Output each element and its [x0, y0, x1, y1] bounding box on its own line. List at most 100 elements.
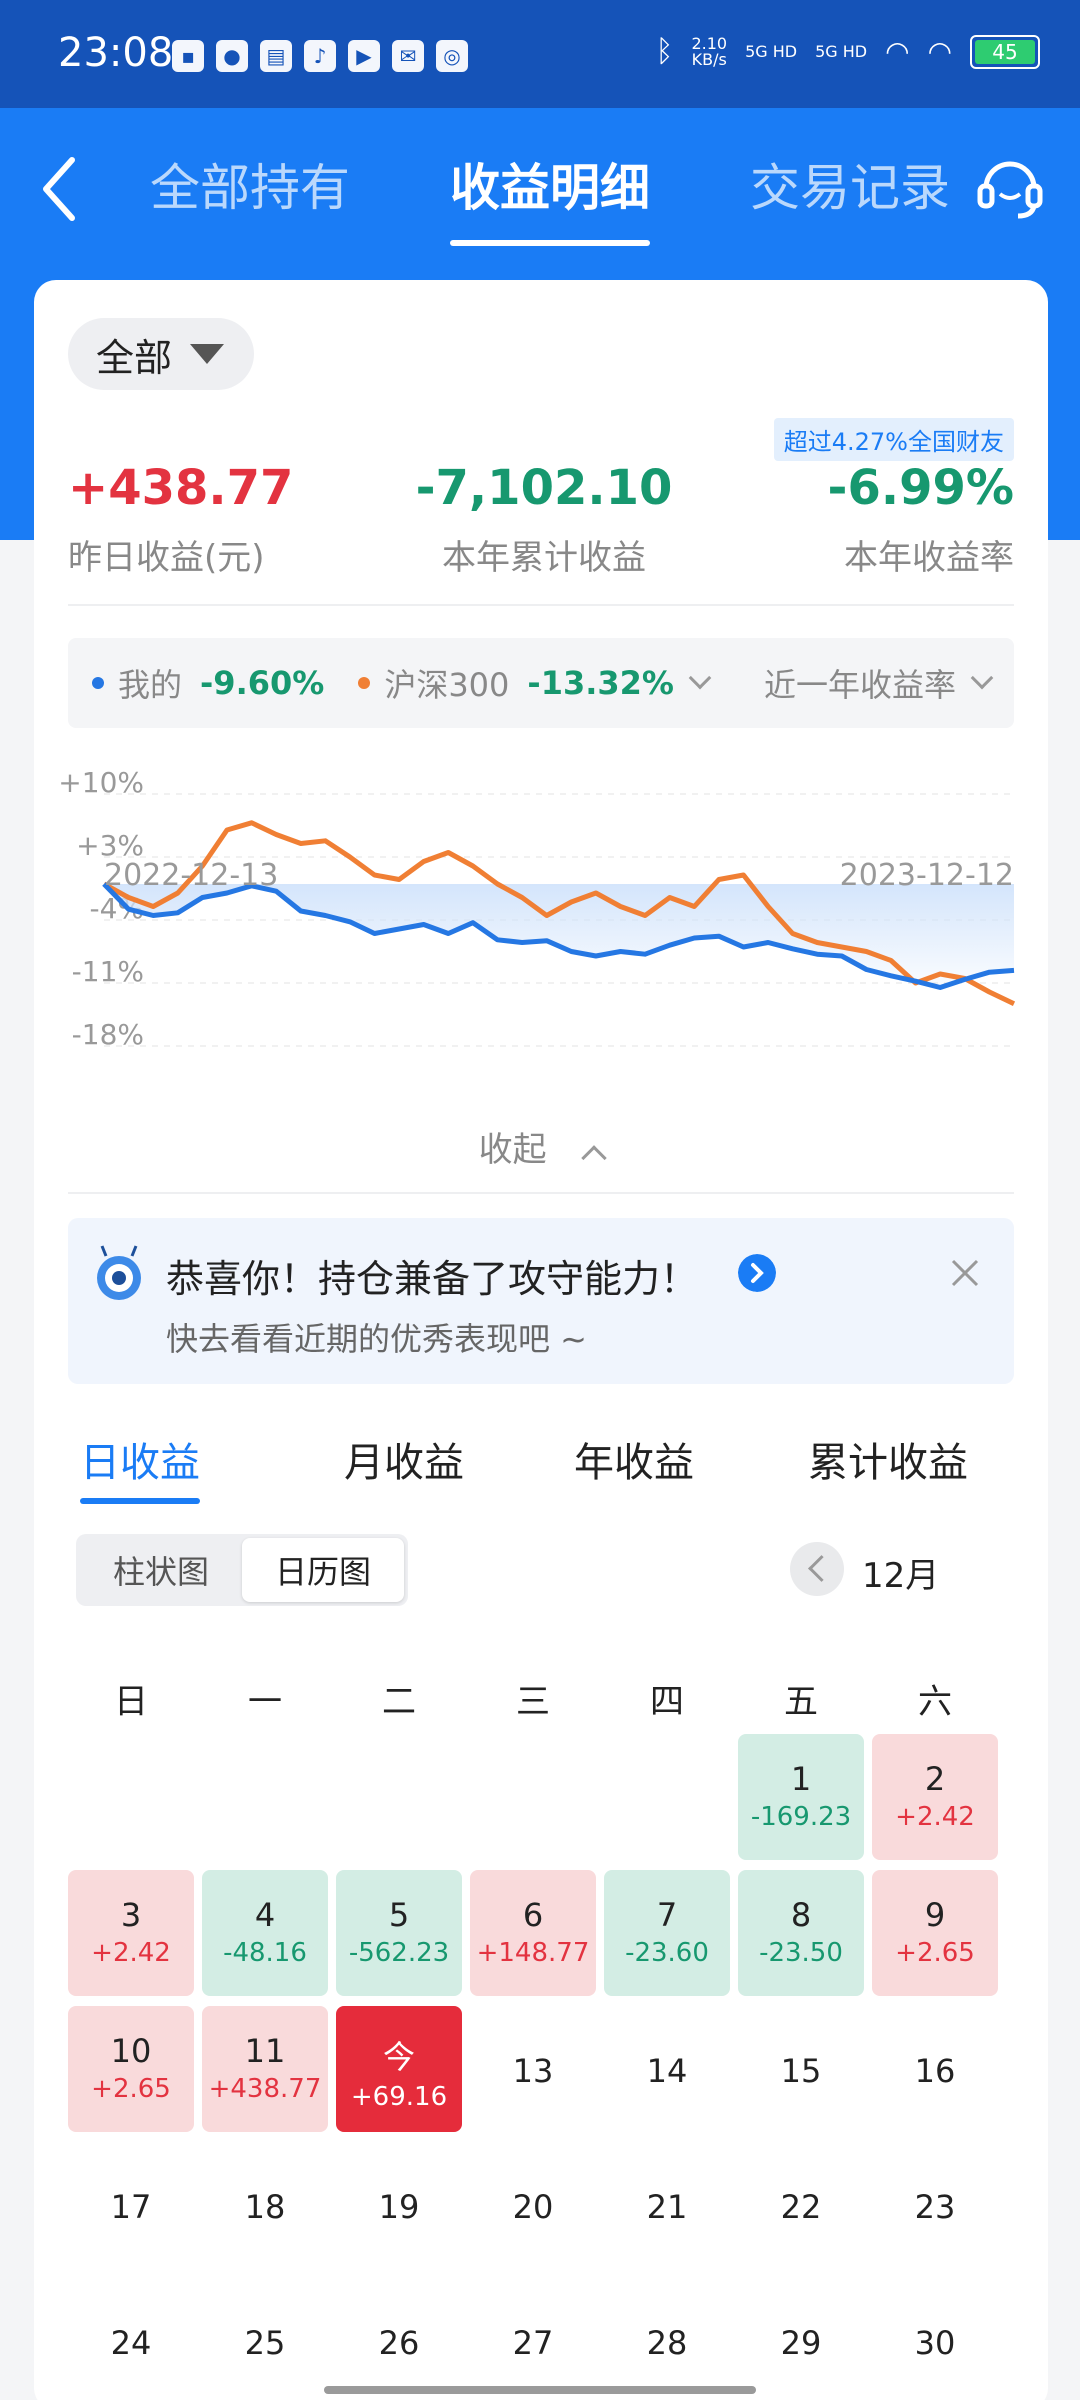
- calendar-day[interactable]: 28: [604, 2278, 730, 2400]
- calendar-day[interactable]: 15: [738, 2006, 864, 2132]
- mine-series-dot: [92, 677, 104, 689]
- home-indicator[interactable]: [324, 2386, 756, 2394]
- calendar-day-number: 4: [254, 1896, 276, 1934]
- music-notification-icon: ♪: [304, 40, 336, 72]
- month-label: 12月: [862, 1556, 940, 1596]
- weekday-header: 日: [114, 1682, 148, 1722]
- status-indicators: ᛒ 2.10 KB/s 5G HD 5G HD ◠ ◠ 45: [655, 34, 1040, 69]
- filter-label: 全部: [96, 335, 173, 380]
- calendar-day[interactable]: 23: [872, 2142, 998, 2268]
- calendar-day[interactable]: 9 +2.65: [872, 1870, 998, 1996]
- customer-service-icon[interactable]: [974, 150, 1046, 222]
- tab-daily-profit[interactable]: 日收益: [80, 1430, 200, 1488]
- calendar-day-number: 26: [378, 2324, 420, 2362]
- weekday-header: 一: [248, 1682, 282, 1722]
- calendar-day[interactable]: 3 +2.42: [68, 1870, 194, 1996]
- tab-monthly-profit[interactable]: 月收益: [344, 1430, 464, 1488]
- tab-cumulative-profit[interactable]: 累计收益: [808, 1430, 968, 1488]
- calendar-day-number: 8: [790, 1896, 812, 1934]
- bluetooth-icon: ᛒ: [655, 34, 674, 69]
- calendar-day-number: 18: [244, 2188, 286, 2226]
- calendar-day[interactable]: 6 +148.77: [470, 1870, 596, 1996]
- calendar-day-number: 5: [388, 1896, 410, 1934]
- index-selector[interactable]: 沪深300: [384, 660, 509, 706]
- calendar-day[interactable]: 10 +2.65: [68, 2006, 194, 2132]
- chevron-down-icon[interactable]: [970, 666, 994, 690]
- weekday-header: 五: [784, 1682, 818, 1722]
- calendar-day-number: 22: [780, 2188, 822, 2226]
- calendar-day[interactable]: 4 -48.16: [202, 1870, 328, 1996]
- tip-title: 恭喜你！持仓兼备了攻守能力！: [166, 1257, 699, 1301]
- calendar-day-profit: +2.42: [91, 1938, 171, 1968]
- chevron-down-icon[interactable]: [688, 666, 712, 690]
- tab-all-holdings[interactable]: 全部持有: [150, 148, 350, 246]
- calendar-day[interactable]: 30: [872, 2278, 998, 2400]
- back-arrow-icon[interactable]: [38, 154, 78, 224]
- calendar-day[interactable]: 29: [738, 2278, 864, 2400]
- network-speed-unit: KB/s: [691, 49, 727, 69]
- calendar-day[interactable]: 20: [470, 2142, 596, 2268]
- close-icon[interactable]: [950, 1258, 980, 1288]
- calendar-day[interactable]: 26: [336, 2278, 462, 2400]
- year-return-rate: -6.99% 本年收益率: [828, 460, 1014, 579]
- notification-icons: ▪ ● ▤ ♪ ▶ ✉ ◎: [172, 40, 468, 72]
- calendar-day[interactable]: 7 -23.60: [604, 1870, 730, 1996]
- year-profit-label: 本年累计收益: [442, 538, 646, 578]
- calendar-day[interactable]: 17: [68, 2142, 194, 2268]
- period-selector[interactable]: 近一年收益率: [764, 660, 956, 706]
- calendar-day[interactable]: 27: [470, 2278, 596, 2400]
- battery-level: 45: [975, 39, 1035, 64]
- nav-header: 全部持有 收益明细 交易记录: [0, 108, 1080, 278]
- calendar-day-number: 20: [512, 2188, 554, 2226]
- calendar-day[interactable]: 24: [68, 2278, 194, 2400]
- calendar-day-number: 11: [244, 2032, 286, 2070]
- yesterday-profit-value: +438.77: [68, 460, 294, 516]
- calendar-day-number: 19: [378, 2188, 420, 2226]
- x-start-date: 2022-12-13: [104, 858, 279, 893]
- calendar-day-profit: -23.50: [759, 1938, 843, 1968]
- calendar-day-profit: +148.77: [476, 1938, 590, 1968]
- tab-transactions[interactable]: 交易记录: [750, 148, 950, 246]
- dropdown-triangle-icon: [190, 344, 225, 364]
- calendar-day[interactable]: 16: [872, 2006, 998, 2132]
- calendar-day[interactable]: 1 -169.23: [738, 1734, 864, 1860]
- collapse-chart-button[interactable]: 收起: [34, 1122, 1048, 1171]
- calendar-day-profit: -169.23: [750, 1802, 852, 1832]
- calendar-day-number: 今: [382, 2038, 415, 2076]
- beat-percentile-badge: 超过4.27%全国财友: [773, 418, 1014, 461]
- calendar-day[interactable]: 19: [336, 2142, 462, 2268]
- calendar-toggle[interactable]: 日历图: [242, 1538, 404, 1602]
- congrats-tip-banner[interactable]: 恭喜你！持仓兼备了攻守能力！ 快去看看近期的优秀表现吧 ~: [68, 1218, 1014, 1384]
- calendar-day[interactable]: 2 +2.42: [872, 1734, 998, 1860]
- calendar-day[interactable]: 8 -23.50: [738, 1870, 864, 1996]
- previous-month-button[interactable]: [790, 1542, 844, 1596]
- robot-mascot-icon: [97, 1245, 141, 1300]
- calendar-day[interactable]: 14: [604, 2006, 730, 2132]
- weekday-header: 四: [650, 1682, 684, 1722]
- calendar-day-number: 16: [914, 2052, 956, 2090]
- calendar-day[interactable]: 11 +438.77: [202, 2006, 328, 2132]
- status-time: 23:08: [58, 30, 174, 76]
- battery-icon: 45: [970, 34, 1040, 69]
- chevron-up-icon: [581, 1145, 608, 1171]
- arrow-right-circle-icon[interactable]: [738, 1254, 776, 1292]
- calendar-day[interactable]: 13: [470, 2006, 596, 2132]
- app-notification-icon: ▪: [172, 40, 204, 72]
- calendar-day-today[interactable]: 今 +69.16: [336, 2006, 462, 2132]
- calendar-day[interactable]: 22: [738, 2142, 864, 2268]
- bar-chart-toggle[interactable]: 柱状图: [80, 1538, 242, 1602]
- calendar-day-number: 27: [512, 2324, 554, 2362]
- tab-yearly-profit[interactable]: 年收益: [574, 1430, 694, 1488]
- profit-card: 全部 超过4.27%全国财友 +438.77 昨日收益(元) -7,102.10…: [34, 280, 1048, 2400]
- app-notification-icon: ▤: [260, 40, 292, 72]
- calendar-day[interactable]: 5 -562.23: [336, 1870, 462, 1996]
- calendar-day-number: 23: [914, 2188, 956, 2226]
- calendar-day[interactable]: 21: [604, 2142, 730, 2268]
- tab-profit-details[interactable]: 收益明细: [450, 148, 650, 246]
- return-comparison-chart: [102, 793, 1016, 1047]
- calendar-day-number: 14: [646, 2052, 688, 2090]
- calendar-day[interactable]: 18: [202, 2142, 328, 2268]
- year-profit-value: -7,102.10: [415, 460, 673, 516]
- calendar-day[interactable]: 25: [202, 2278, 328, 2400]
- holdings-filter-dropdown[interactable]: 全部: [68, 318, 254, 390]
